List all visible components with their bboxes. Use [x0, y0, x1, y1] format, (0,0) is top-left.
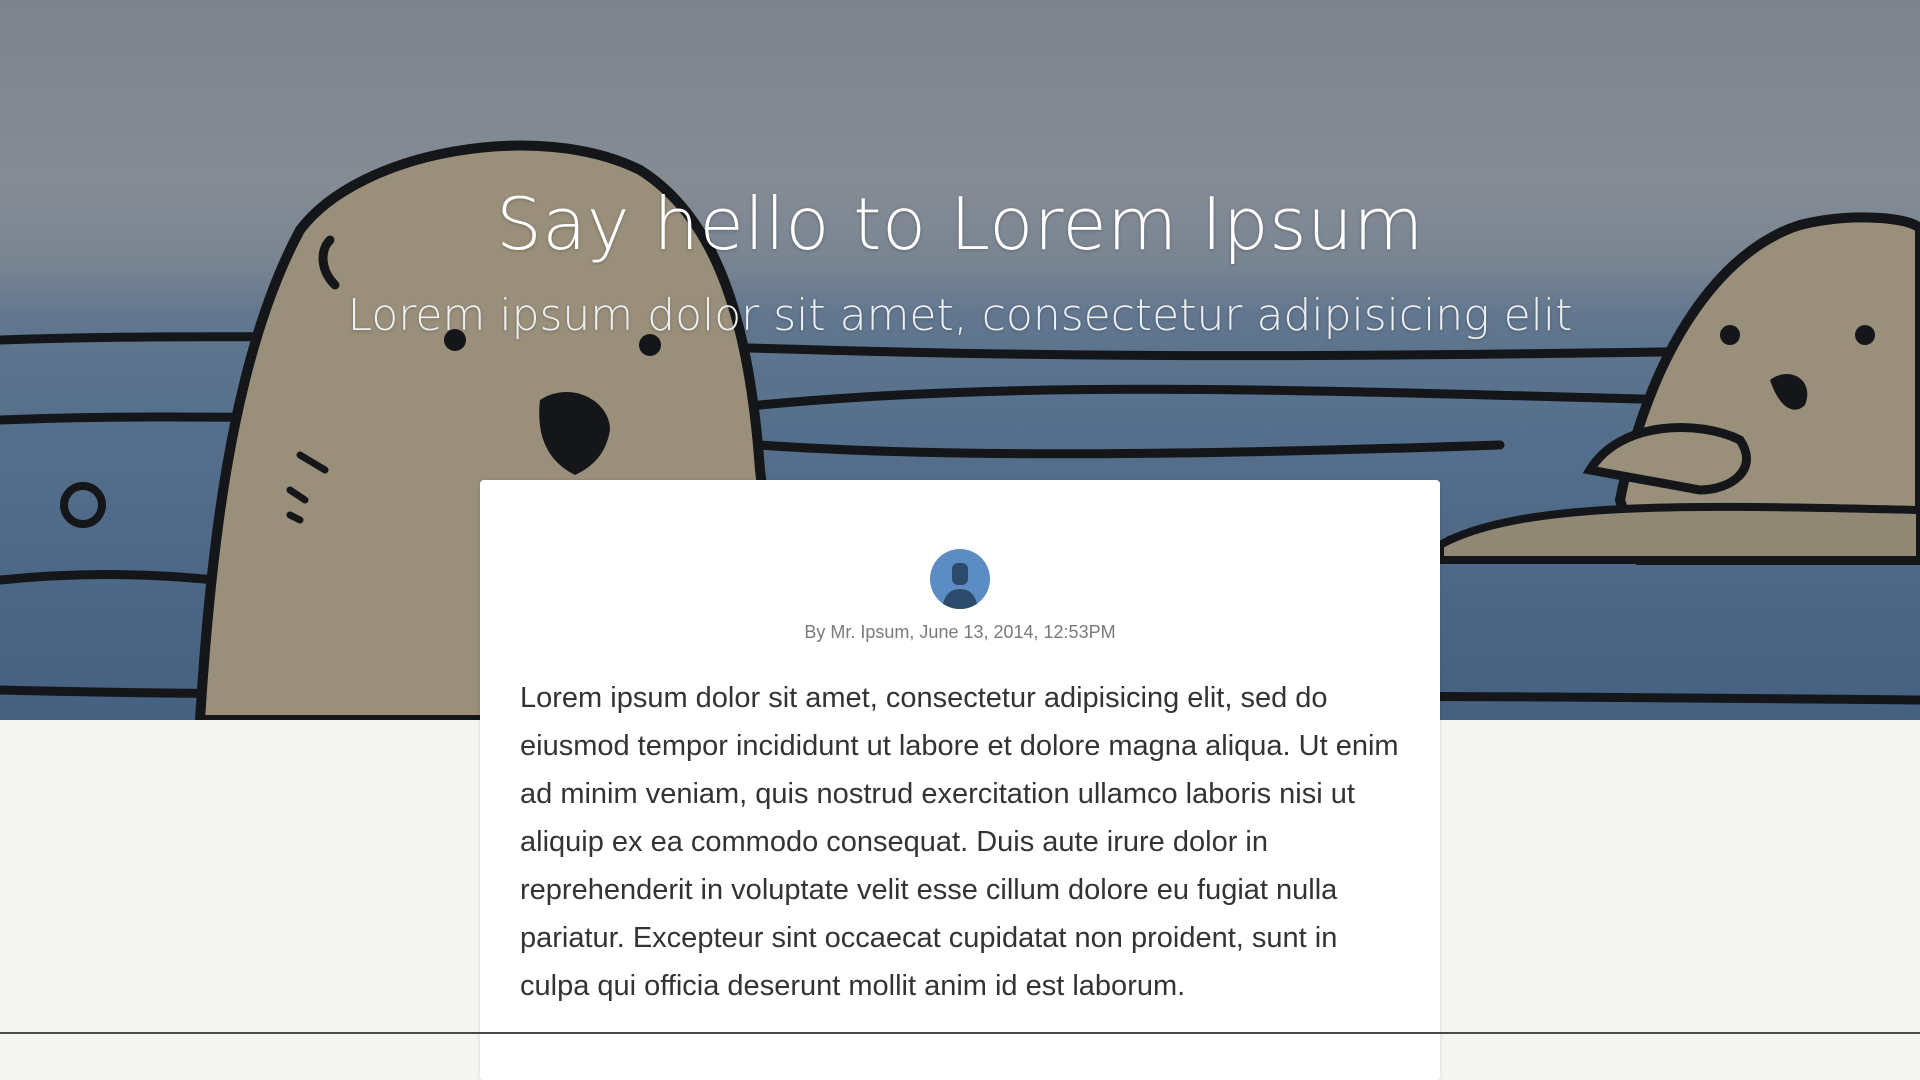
- hero-title: Say hello to Lorem Ipsum: [496, 182, 1424, 266]
- hero-subtitle: Lorem ipsum dolor sit amet, consectetur …: [347, 290, 1573, 341]
- user-avatar-icon[interactable]: [930, 549, 990, 609]
- post-byline: By Mr. Ipsum, June 13, 2014, 12:53PM: [804, 622, 1116, 642]
- post-card: By Mr. Ipsum, June 13, 2014, 12:53PM Lor…: [480, 480, 1440, 1080]
- post-body: Lorem ipsum dolor sit amet, consectetur …: [520, 682, 1399, 1002]
